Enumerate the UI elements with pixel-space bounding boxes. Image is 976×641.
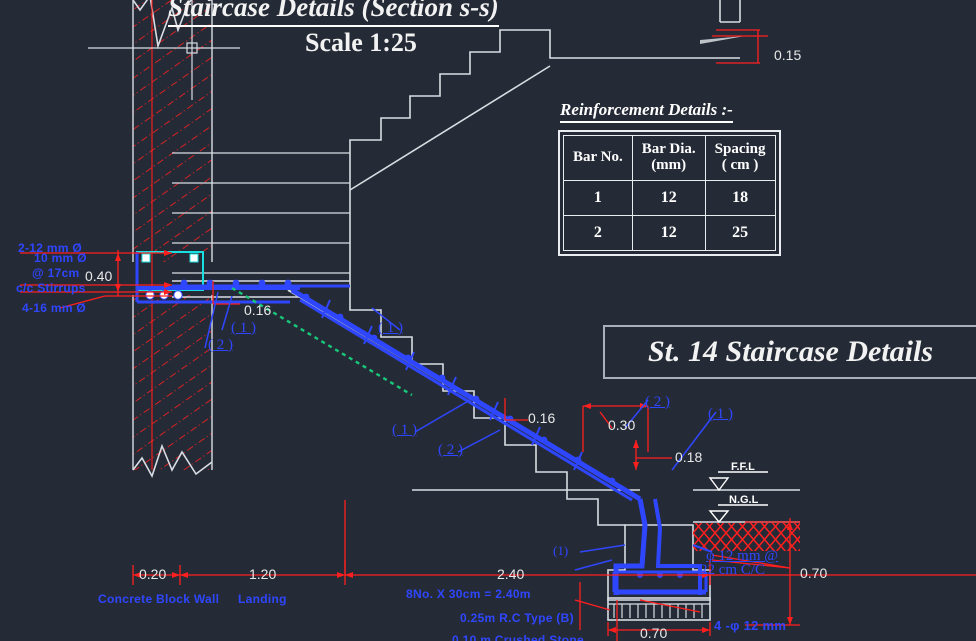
bar-callout-1a: ( 1 ) bbox=[231, 320, 256, 336]
reinforcement-details-heading: Reinforcement Details :- bbox=[560, 100, 733, 123]
dimension-riser: 0.30 bbox=[608, 417, 636, 433]
table-row: 1 12 18 bbox=[563, 179, 776, 216]
annotation-left-spacing: @ 17cm bbox=[32, 266, 80, 280]
dimension-base-landing: 1.20 bbox=[249, 566, 277, 582]
spacing-line2: ( cm ) bbox=[721, 156, 759, 173]
bar-dia-line2: (mm) bbox=[651, 156, 687, 173]
bar-callout-1c: ( 1 ) bbox=[392, 422, 417, 438]
annotation-left-bars-bottom: 4-16 mm Ø bbox=[22, 301, 87, 315]
spacing-line1: Spacing bbox=[714, 141, 766, 157]
table-row: 2 12 25 bbox=[563, 214, 776, 251]
dimension-wall-thickness: 0.40 bbox=[85, 268, 113, 284]
bar-callout-2a: ( 2 ) bbox=[208, 337, 233, 353]
cad-drawing-canvas: Staircase Details (Section s-s) Scale 1:… bbox=[0, 0, 976, 641]
sheet-title: St. 14 Staircase Details bbox=[647, 335, 933, 368]
bar-callout-1d: ( 1 ) bbox=[708, 406, 733, 422]
cell-spacing: 18 bbox=[704, 179, 776, 216]
cell-bar-no: 1 bbox=[563, 179, 633, 216]
level-ffl: F.F.L bbox=[731, 461, 755, 473]
cell-spacing: 25 bbox=[704, 214, 776, 251]
bar-callout-2d: ( 2 ) bbox=[645, 394, 670, 410]
drawing-geometry bbox=[20, 0, 976, 641]
cell-bar-dia: 12 bbox=[631, 214, 706, 251]
annotation-left-stirrups: c/c Stirrups bbox=[16, 281, 86, 295]
annotation-crushed-stone: 0.10 m Crushed Stone bbox=[452, 633, 585, 641]
annotation-steps-calc: 8No. X 30cm = 2.40m bbox=[406, 587, 531, 601]
bar-callout-1b: ( 1 ) bbox=[378, 320, 403, 336]
annotation-landing: Landing bbox=[238, 592, 287, 606]
dimension-waist-upper: 0.16 bbox=[244, 302, 272, 318]
page-title: Staircase Details (Section s-s) bbox=[168, 0, 499, 27]
cell-bar-no: 2 bbox=[563, 214, 633, 251]
annotation-footing-bars-bottom: 4 -φ 12 mm bbox=[714, 618, 787, 633]
level-ngl: N.G.L bbox=[729, 494, 759, 506]
concrete-block-wall bbox=[132, 0, 213, 478]
dimension-base-flight: 2.40 bbox=[497, 566, 525, 582]
dimension-footing-width: 0.70 bbox=[640, 625, 668, 641]
dimension-base-wall: 0.20 bbox=[139, 566, 167, 582]
column-header-bar-no: Bar No. bbox=[563, 135, 633, 181]
column-header-spacing: Spacing ( cm ) bbox=[704, 135, 776, 181]
annotation-block-wall: Concrete Block Wall bbox=[98, 592, 220, 606]
dimension-waist-lower: 0.16 bbox=[528, 410, 556, 426]
dimension-tread-top: 0.15 bbox=[774, 47, 802, 63]
reinforcement-table: Bar No. Bar Dia. (mm) Spacing ( cm ) 1 1… bbox=[558, 130, 781, 256]
table-header-row: Bar No. Bar Dia. (mm) Spacing ( cm ) bbox=[563, 135, 776, 181]
column-header-bar-dia: Bar Dia. (mm) bbox=[631, 135, 706, 181]
annotation-rc-type: 0.25m R.C Type (B) bbox=[460, 611, 574, 625]
annotation-left-bars-top2: 10 mm Ø bbox=[34, 251, 87, 265]
dimension-footing-depth: 0.70 bbox=[800, 565, 828, 581]
cell-bar-dia: 12 bbox=[631, 179, 706, 216]
bar-callout-2c: ( 2 ) bbox=[438, 442, 463, 458]
bar-dia-line1: Bar Dia. bbox=[641, 141, 696, 157]
dimension-step: 0.18 bbox=[675, 449, 703, 465]
bar-callout-1e: (1) bbox=[553, 543, 569, 558]
scale-label: Scale 1:25 bbox=[305, 28, 417, 57]
sheet-title-box: St. 14 Staircase Details bbox=[603, 325, 976, 379]
annotation-footing-bars-l2: 22 cm C/C bbox=[700, 562, 766, 578]
